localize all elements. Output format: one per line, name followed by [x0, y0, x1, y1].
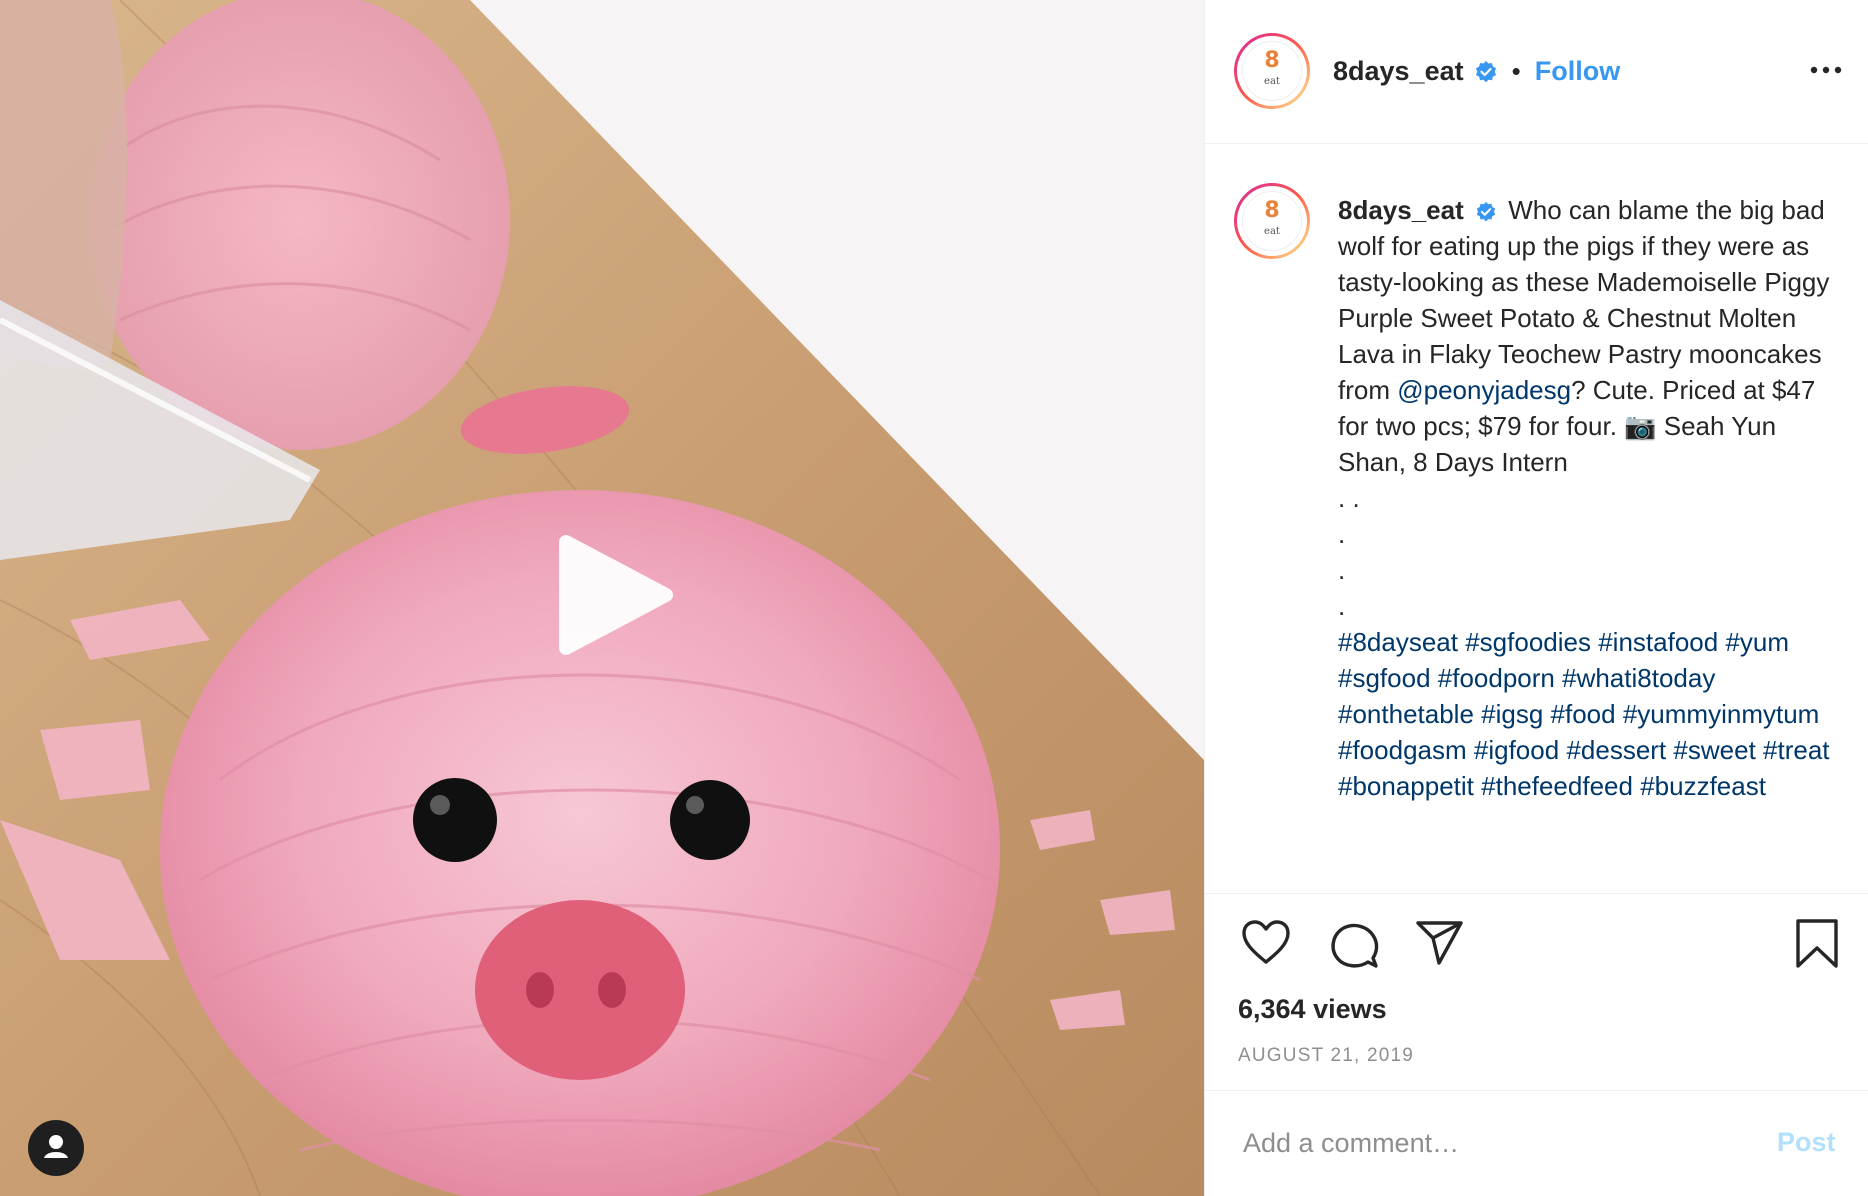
hashtag-link[interactable]: #8dayseat: [1338, 627, 1458, 657]
caption-username[interactable]: 8days_eat: [1338, 195, 1464, 225]
author-avatar[interactable]: 8 eat: [1234, 33, 1310, 109]
hashtag-link[interactable]: #sgfood: [1338, 663, 1431, 693]
hashtag-link[interactable]: #igfood: [1474, 735, 1559, 765]
post-media[interactable]: [0, 0, 1204, 1196]
hashtag-link[interactable]: #bonappetit: [1338, 771, 1474, 801]
avatar-logo-number: 8: [1264, 48, 1280, 73]
post-comment-button[interactable]: Post: [1777, 1127, 1836, 1158]
caption-dot-line: .: [1338, 519, 1346, 549]
post-header: 8 eat 8days_eat • Follow: [1205, 0, 1868, 144]
post-sidebar: 8 eat 8days_eat • Follow 8 eat 8days_eat…: [1204, 0, 1868, 1196]
follow-button[interactable]: Follow: [1535, 56, 1620, 87]
hashtag-list: #8dayseat #sgfoodies #instafood #yum #sg…: [1338, 624, 1848, 804]
verified-badge-icon: [1475, 60, 1496, 82]
hashtag-link[interactable]: #foodporn: [1438, 663, 1555, 693]
hashtag-link[interactable]: #buzzfeast: [1640, 771, 1766, 801]
add-comment-bar: Post: [1205, 1090, 1868, 1196]
caption-avatar[interactable]: 8 eat: [1234, 183, 1310, 259]
hashtag-link[interactable]: #dessert: [1566, 735, 1666, 765]
bookmark-icon[interactable]: [1795, 918, 1839, 970]
mention-link[interactable]: @peonyjadesg: [1397, 375, 1571, 405]
comment-icon[interactable]: [1329, 920, 1379, 970]
verified-badge-icon: [1476, 202, 1496, 222]
post-date[interactable]: AUGUST 21, 2019: [1238, 1045, 1414, 1067]
avatar-logo-text: eat: [1264, 76, 1280, 87]
heart-icon[interactable]: [1241, 920, 1291, 966]
more-options-icon[interactable]: [1809, 60, 1843, 80]
hashtag-link[interactable]: #thefeedfeed: [1481, 771, 1633, 801]
hashtag-link[interactable]: #foodgasm: [1338, 735, 1467, 765]
caption-text: Who can blame the big bad wolf for eatin…: [1338, 195, 1830, 405]
play-icon[interactable]: [548, 530, 678, 660]
comments-section[interactable]: 8 eat 8days_eat Who can blame the big ba…: [1205, 144, 1868, 894]
hashtag-link[interactable]: #igsg: [1481, 699, 1543, 729]
hashtag-link[interactable]: #treat: [1763, 735, 1830, 765]
share-icon[interactable]: [1415, 920, 1465, 966]
hashtag-link[interactable]: #onthetable: [1338, 699, 1474, 729]
author-username[interactable]: 8days_eat: [1333, 56, 1464, 87]
user-tag-icon[interactable]: [28, 1120, 84, 1176]
hashtag-link[interactable]: #sweet: [1673, 735, 1755, 765]
hashtag-link[interactable]: #sgfoodies: [1465, 627, 1591, 657]
hashtag-link[interactable]: #yummyinmytum: [1623, 699, 1819, 729]
caption-dot-line: .: [1338, 591, 1346, 621]
view-count[interactable]: 6,364 views: [1238, 994, 1387, 1025]
avatar-logo-number: 8: [1264, 198, 1280, 223]
avatar-logo-text: eat: [1264, 226, 1280, 237]
header-separator: •: [1511, 56, 1521, 86]
hashtag-link[interactable]: #whati8today: [1562, 663, 1715, 693]
hashtag-link[interactable]: #food: [1551, 699, 1616, 729]
hashtag-link[interactable]: #instafood: [1598, 627, 1718, 657]
caption-dot-line: . .: [1338, 483, 1360, 513]
comment-input[interactable]: [1241, 1117, 1715, 1169]
caption-dot-line: .: [1338, 555, 1346, 585]
hashtag-link[interactable]: #yum: [1725, 627, 1789, 657]
caption: 8days_eat Who can blame the big bad wolf…: [1338, 192, 1848, 804]
